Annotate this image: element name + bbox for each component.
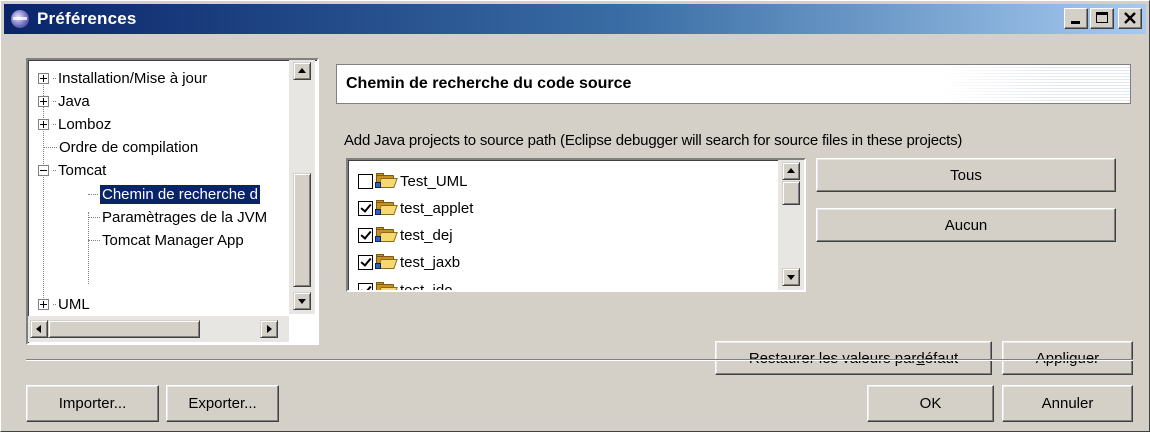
minimize-icon [1071,21,1080,24]
project-name: test_applet [400,199,474,217]
header-decoration [940,65,1130,103]
arrow-left-icon [36,325,41,333]
cancel-button[interactable]: Annuler [1002,385,1133,422]
tree-item-installation[interactable]: Installation/Mise à jour [38,66,209,90]
page-title: Chemin de recherche du code source [346,75,632,92]
tree-vertical-scrollbar[interactable] [289,60,315,314]
scroll-up-button[interactable] [293,62,311,80]
select-none-button[interactable]: Aucun [816,208,1116,242]
list-item[interactable]: test_applet [358,195,473,221]
project-checkbox[interactable] [358,200,373,216]
scroll-down-button[interactable] [293,292,311,310]
eclipse-icon [10,9,30,29]
scroll-thumb[interactable] [782,181,800,205]
tree-item-java[interactable]: Java [38,89,92,113]
arrow-up-icon [787,168,795,173]
close-button[interactable] [1118,8,1142,29]
scroll-left-button[interactable] [30,320,48,338]
page-description: Add Java projects to source path (Eclips… [344,132,963,149]
expand-icon[interactable] [38,298,49,310]
expand-icon[interactable] [38,118,49,130]
maximize-button[interactable] [1090,8,1114,29]
expand-icon[interactable] [38,72,49,84]
minimize-button[interactable] [1064,8,1088,29]
import-button[interactable]: Importer... [26,385,159,422]
arrow-right-icon [267,325,272,333]
close-icon [1124,12,1136,24]
arrow-down-icon [787,275,795,280]
page-header: Chemin de recherche du code source [336,64,1131,104]
tree-item-uml[interactable]: UML [38,292,92,314]
project-name: test_jdo [400,281,453,292]
preference-tree[interactable]: Installation/Mise à jour Java Lomboz Ord… [26,58,319,345]
project-folder-icon [375,282,398,290]
project-checkbox[interactable] [358,282,373,290]
window-title: Préférences [37,9,137,28]
project-name: test_jaxb [400,253,461,271]
project-name: test_dej [400,226,453,244]
project-checkbox[interactable] [358,254,373,270]
project-folder-icon [375,254,398,270]
tree-item-tomcat[interactable]: Tomcat [38,158,108,182]
project-folder-icon [375,227,398,243]
project-checkbox[interactable] [358,227,373,243]
separator [26,359,1133,361]
list-item[interactable]: test_jaxb [358,249,460,275]
title-bar[interactable]: Préférences [4,4,1146,34]
tree-item-jvm-settings[interactable]: Paramètrages de la JVM [88,205,269,229]
preferences-dialog: Préférences Installation/Mise à jour Jav… [0,0,1150,432]
ok-button[interactable]: OK [867,385,994,422]
tree-item-tomcat-manager[interactable]: Tomcat Manager App [88,228,246,252]
project-folder-icon [375,173,398,189]
arrow-up-icon [298,68,306,73]
project-folder-icon [375,200,398,216]
scroll-thumb[interactable] [48,320,200,338]
tree-item-source-path[interactable]: Chemin de recherche d [88,182,261,206]
apply-button[interactable]: Appli g uer [1002,341,1133,375]
export-button[interactable]: Exporter... [166,385,279,422]
list-item[interactable]: test_dej [358,222,453,248]
project-name: Test_UML [400,172,468,190]
restore-defaults-button[interactable]: Restaurer les valeurs par d éfaut [715,341,992,375]
tree-horizontal-scrollbar[interactable] [28,316,289,342]
tree-item-compilation-order[interactable]: Ordre de compilation [43,135,200,159]
project-list-scrollbar[interactable] [778,160,804,290]
scroll-up-button[interactable] [782,162,800,180]
arrow-down-icon [298,299,306,304]
scroll-thumb[interactable] [293,173,311,287]
project-checkbox[interactable] [358,173,373,189]
list-item[interactable]: Test_UML [358,168,468,194]
scroll-down-button[interactable] [782,268,800,286]
tree-content: Installation/Mise à jour Java Lomboz Ord… [28,60,289,314]
expand-icon[interactable] [38,95,49,107]
list-item[interactable]: test_jdo [358,277,453,292]
scroll-right-button[interactable] [260,320,278,338]
collapse-icon[interactable] [38,164,49,176]
maximize-icon [1096,12,1108,23]
project-list[interactable]: Test_UML test_applet test_dej test_jaxb … [346,158,806,292]
tree-item-lomboz[interactable]: Lomboz [38,112,113,136]
select-all-button[interactable]: Tous [816,158,1116,192]
